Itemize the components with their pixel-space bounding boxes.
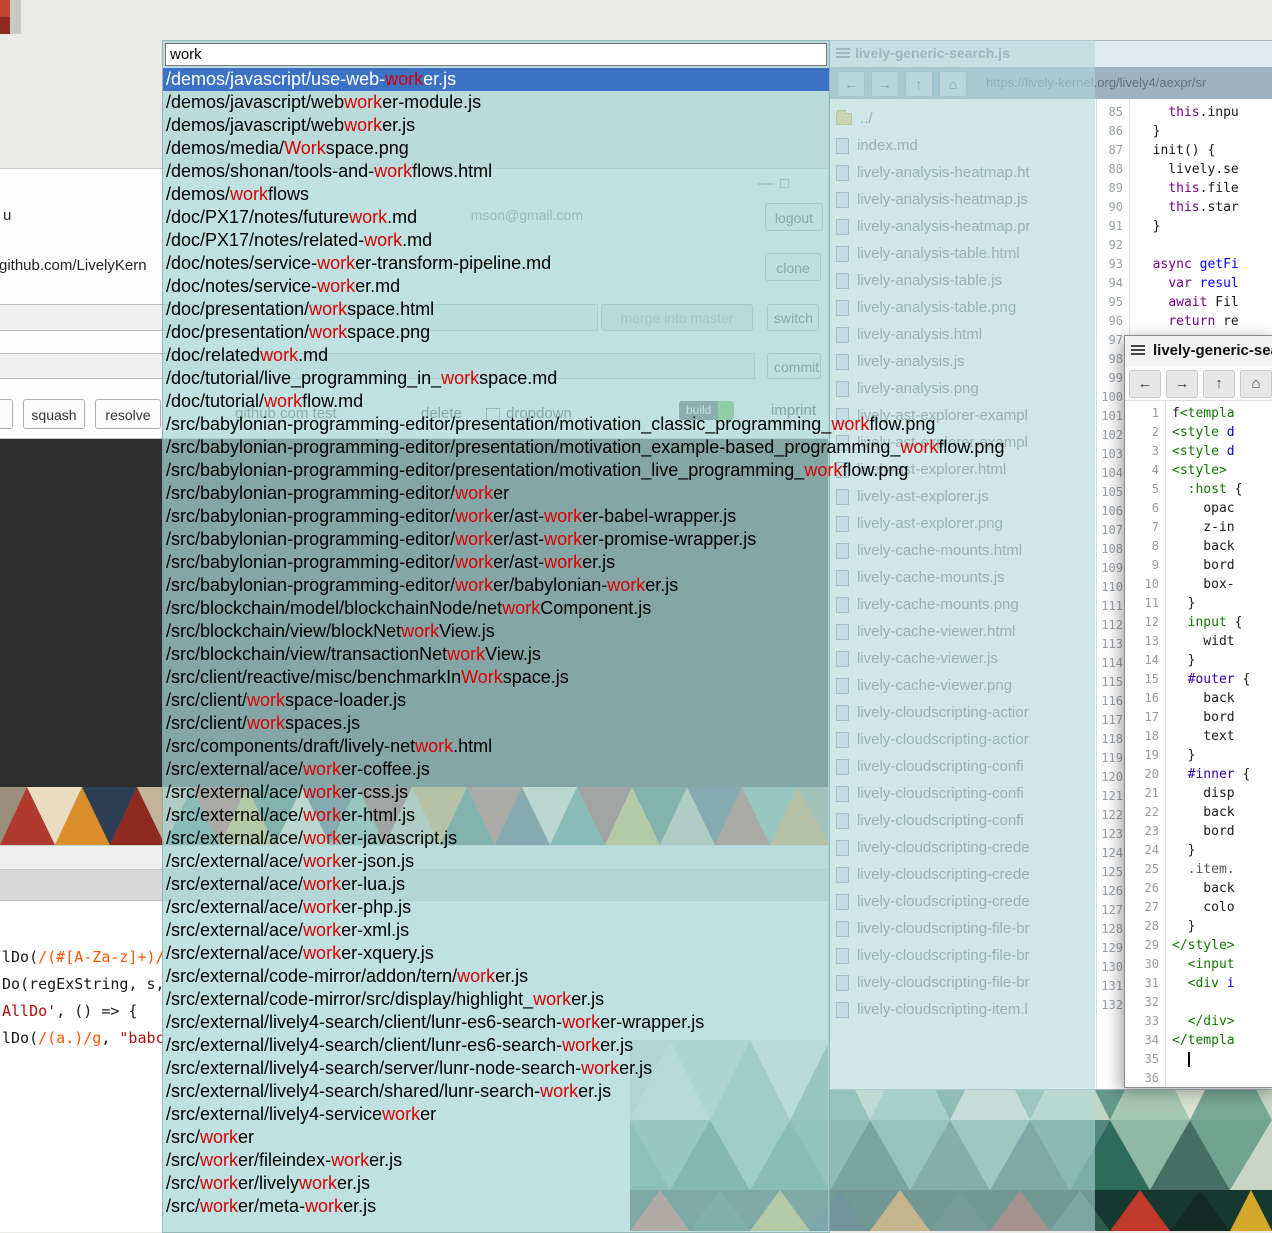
menu-icon[interactable] xyxy=(1131,345,1145,357)
search-result-row[interactable]: /doc/tutorial/live_programming_in_worksp… xyxy=(163,367,829,390)
up-icon[interactable]: ↑ xyxy=(1203,370,1235,398)
text-cursor xyxy=(1188,1052,1190,1067)
search-result-row[interactable]: /src/external/lively4-search/client/lunr… xyxy=(163,1011,829,1034)
search-result-row[interactable]: /src/external/ace/worker-json.js xyxy=(163,850,829,873)
search-result-row[interactable]: /doc/tutorial/workflow.md xyxy=(163,390,829,413)
forward-icon[interactable]: → xyxy=(1166,370,1198,398)
search-result-row[interactable]: /doc/notes/service-worker-transform-pipe… xyxy=(163,252,829,275)
search-result-row[interactable]: /src/external/code-mirror/addon/tern/wor… xyxy=(163,965,829,988)
back-icon[interactable]: ← xyxy=(1129,370,1161,398)
file-search-overlay: /demos/javascript/use-web-worker.js/demo… xyxy=(162,40,830,1233)
front-window-title: lively-generic-search.js xyxy=(1153,342,1272,359)
front-navbar: ← → ↑ ⌂ xyxy=(1125,366,1272,401)
screen-corner-fragment xyxy=(10,0,21,34)
screen-corner-fragment xyxy=(0,17,10,34)
search-result-row[interactable]: /src/worker xyxy=(163,1126,829,1149)
resolve-button[interactable]: resolve xyxy=(95,399,161,429)
search-result-row[interactable]: /src/external/ace/worker-javascript.js xyxy=(163,827,829,850)
search-result-row[interactable]: /src/client/reactive/misc/benchmarkInWor… xyxy=(163,666,829,689)
search-result-row[interactable]: /src/blockchain/model/blockchainNode/net… xyxy=(163,597,829,620)
search-result-row[interactable]: /src/external/lively4-search/server/lunr… xyxy=(163,1057,829,1080)
diff-button[interactable]: diff xyxy=(0,399,13,429)
screen-corner-fragment xyxy=(0,0,10,17)
search-result-row[interactable]: /src/babylonian-programming-editor/worke… xyxy=(163,551,829,574)
search-result-row[interactable]: /src/external/ace/worker-php.js xyxy=(163,896,829,919)
squash-button[interactable]: squash xyxy=(23,399,85,429)
search-result-row[interactable]: /src/babylonian-programming-editor/worke… xyxy=(163,482,829,505)
search-result-row[interactable]: /doc/relatedwork.md xyxy=(163,344,829,367)
search-result-row[interactable]: /src/babylonian-programming-editor/prese… xyxy=(163,459,829,482)
search-result-row[interactable]: /doc/PX17/notes/futurework.md xyxy=(163,206,829,229)
front-titlebar[interactable]: lively-generic-search.js xyxy=(1125,336,1272,367)
search-result-row[interactable]: /src/external/ace/worker-xml.js xyxy=(163,919,829,942)
front-editor-window: lively-generic-search.js ← → ↑ ⌂ 1234567… xyxy=(1124,335,1272,1088)
search-result-row[interactable]: /src/external/code-mirror/src/display/hi… xyxy=(163,988,829,1011)
search-result-row[interactable]: /src/blockchain/view/blockNetworkView.js xyxy=(163,620,829,643)
search-result-row[interactable]: /src/external/lively4-search/shared/lunr… xyxy=(163,1080,829,1103)
search-result-row[interactable]: /demos/media/Workspace.png xyxy=(163,137,829,160)
search-result-row[interactable]: /src/babylonian-programming-editor/worke… xyxy=(163,505,829,528)
search-result-row[interactable]: /demos/shonan/tools-and-workflows.html xyxy=(163,160,829,183)
github-url-fragment: github.com/LivelyKern xyxy=(0,257,147,274)
search-result-row[interactable]: /src/worker/meta-worker.js xyxy=(163,1195,829,1218)
search-result-row[interactable]: /src/external/lively4-serviceworker xyxy=(163,1103,829,1126)
search-result-row[interactable]: /demos/javascript/webworker-module.js xyxy=(163,91,829,114)
search-result-row[interactable]: /src/external/ace/worker-xquery.js xyxy=(163,942,829,965)
home-icon[interactable]: ⌂ xyxy=(1240,370,1272,398)
search-result-row[interactable]: /src/babylonian-programming-editor/worke… xyxy=(163,528,829,551)
search-input[interactable] xyxy=(165,43,827,66)
line-number-gutter: 1234567891011121314151617181920212223242… xyxy=(1125,404,1159,1086)
search-result-row[interactable]: /src/external/ace/worker-lua.js xyxy=(163,873,829,896)
search-result-row[interactable]: /doc/presentation/workspace.png xyxy=(163,321,829,344)
line-number-gutter: 8586878889909192939495969798991001011021… xyxy=(1097,103,1123,1015)
search-result-row[interactable]: /src/components/draft/lively-network.htm… xyxy=(163,735,829,758)
search-result-row[interactable]: /demos/javascript/use-web-worker.js xyxy=(163,68,829,91)
search-result-row[interactable]: /src/babylonian-programming-editor/worke… xyxy=(163,574,829,597)
search-result-row[interactable]: /doc/presentation/workspace.html xyxy=(163,298,829,321)
search-result-row[interactable]: /src/worker/fileindex-worker.js xyxy=(163,1149,829,1172)
search-result-row[interactable]: /src/blockchain/view/transactionNetworkV… xyxy=(163,643,829,666)
search-result-row[interactable]: /src/client/workspaces.js xyxy=(163,712,829,735)
search-result-row[interactable]: /src/babylonian-programming-editor/prese… xyxy=(163,413,829,436)
left-code[interactable]: lDo(/(#[A-Za-z]+)/Do(regExString, s,AllD… xyxy=(2,944,165,1052)
search-result-row[interactable]: /src/external/ace/worker-css.js xyxy=(163,781,829,804)
search-result-row[interactable]: /demos/workflows xyxy=(163,183,829,206)
window-transparency-overlay xyxy=(828,40,1095,1231)
gutter-separator xyxy=(1165,400,1166,1086)
front-editor[interactable]: 1234567891011121314151617181920212223242… xyxy=(1125,400,1272,1086)
search-result-row[interactable]: /src/external/lively4-search/client/lunr… xyxy=(163,1034,829,1057)
search-result-row[interactable]: /src/client/workspace-loader.js xyxy=(163,689,829,712)
search-result-row[interactable]: /src/worker/livelyworker.js xyxy=(163,1172,829,1195)
left-text-fragment: u xyxy=(3,207,11,224)
code-text[interactable]: f<templa<style d<style d<style> :host { … xyxy=(1172,404,1250,1086)
search-result-row[interactable]: /doc/notes/service-worker.md xyxy=(163,275,829,298)
search-result-row[interactable]: /src/babylonian-programming-editor/prese… xyxy=(163,436,829,459)
search-result-row[interactable]: /src/external/ace/worker-coffee.js xyxy=(163,758,829,781)
search-result-row[interactable]: /doc/PX17/notes/related-work.md xyxy=(163,229,829,252)
search-result-row[interactable]: /demos/javascript/webworker.js xyxy=(163,114,829,137)
search-result-row[interactable]: /src/external/ace/worker-html.js xyxy=(163,804,829,827)
search-results: /demos/javascript/use-web-worker.js/demo… xyxy=(163,68,829,1218)
